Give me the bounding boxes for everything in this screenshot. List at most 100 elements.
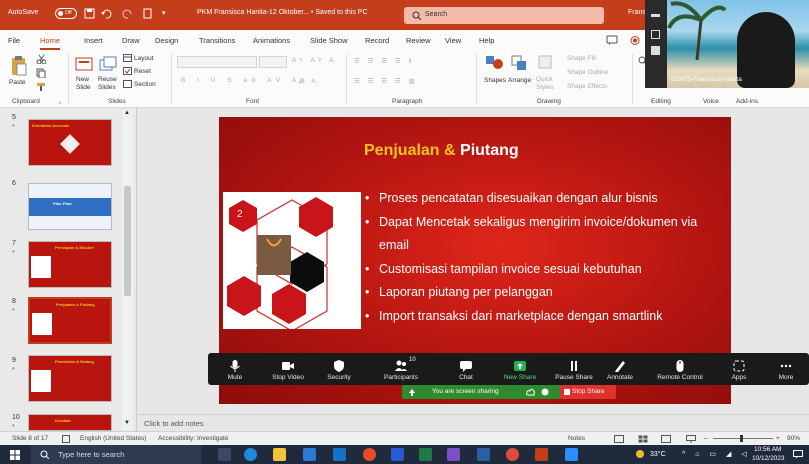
pause-share-button[interactable]: Pause Share bbox=[551, 357, 597, 383]
video-tile[interactable]: DS875-Fransisca Hanita bbox=[645, 0, 809, 88]
task-view-icon[interactable] bbox=[218, 448, 231, 461]
minimize-icon[interactable] bbox=[651, 14, 660, 17]
chat-button[interactable]: Chat bbox=[450, 357, 482, 383]
tab-animations[interactable]: Animations bbox=[253, 36, 290, 45]
search-box[interactable]: Search bbox=[404, 7, 604, 24]
tab-review[interactable]: Review bbox=[406, 36, 431, 45]
zoom-in-button[interactable]: + bbox=[776, 435, 780, 442]
cloud-icon[interactable] bbox=[526, 388, 535, 396]
tab-record[interactable]: Record bbox=[365, 36, 389, 45]
outlook-icon[interactable] bbox=[391, 448, 404, 461]
bullet-list[interactable]: Proses pencatatan disesuaikan dengan alu… bbox=[365, 187, 725, 328]
new-share-button[interactable]: New Share bbox=[500, 357, 540, 383]
slideshow-icon[interactable] bbox=[686, 435, 696, 443]
tab-insert[interactable]: Insert bbox=[84, 36, 103, 45]
tab-draw[interactable]: Draw bbox=[122, 36, 140, 45]
stop-share-button[interactable]: Stop Share bbox=[560, 385, 616, 399]
customize-toolbar-icon[interactable]: ▾ bbox=[162, 9, 166, 17]
font-size-buttons[interactable]: A˄ A˅ A bbox=[292, 57, 337, 64]
format-painter-icon[interactable] bbox=[36, 82, 46, 92]
weather-icon[interactable] bbox=[635, 449, 645, 459]
layout-button[interactable]: Layout bbox=[134, 55, 154, 62]
slide-sorter-icon[interactable] bbox=[638, 435, 648, 443]
apps-button[interactable]: Apps bbox=[726, 357, 752, 383]
security-button[interactable]: Security bbox=[319, 357, 359, 383]
language-status[interactable]: English (United States) bbox=[80, 435, 146, 442]
slide-thumbnail-5[interactable]: Kelebihan Accurate bbox=[28, 119, 112, 166]
annotate-button[interactable]: Annotate bbox=[603, 357, 637, 383]
tab-help[interactable]: Help bbox=[479, 36, 494, 45]
normal-view-icon[interactable] bbox=[614, 435, 624, 443]
zoom-slider[interactable] bbox=[713, 438, 773, 439]
chrome-icon[interactable] bbox=[506, 448, 519, 461]
shield-check-icon[interactable] bbox=[541, 388, 549, 396]
accessibility-status[interactable]: Accessibility: Investigate bbox=[158, 435, 228, 442]
tab-transitions[interactable]: Transitions bbox=[199, 36, 235, 45]
quick-styles-button[interactable]: Quick Styles bbox=[536, 76, 554, 92]
file-explorer-icon[interactable] bbox=[273, 448, 286, 461]
slide-thumbnail-7[interactable]: Persiapan & Stocker bbox=[28, 241, 112, 288]
arrange-icon[interactable] bbox=[511, 55, 527, 71]
document-title[interactable]: PKM Fransisca Hanita-12 Oktober... • Sav… bbox=[197, 9, 368, 16]
notifications-icon[interactable] bbox=[793, 450, 803, 459]
arrange-button[interactable]: Arrange bbox=[508, 77, 531, 84]
mail-icon[interactable] bbox=[333, 448, 346, 461]
font-name-select[interactable] bbox=[177, 56, 257, 68]
autosave-toggle[interactable]: Off bbox=[55, 8, 77, 19]
tab-home[interactable]: Home bbox=[40, 36, 61, 50]
spelling-icon[interactable] bbox=[62, 435, 70, 443]
zoom-level[interactable]: 90% bbox=[787, 435, 800, 442]
scroll-down-icon[interactable]: ▼ bbox=[124, 420, 130, 426]
reuse-slides-icon[interactable] bbox=[99, 55, 117, 73]
font-size-select[interactable] bbox=[259, 56, 287, 68]
font-format-buttons[interactable]: B I U S ab AV Aa bbox=[181, 77, 310, 84]
windows-start-icon[interactable] bbox=[10, 450, 20, 460]
zoom-icon[interactable] bbox=[565, 448, 578, 461]
system-tray-icons[interactable]: ^ ⌂ ▭ ◢ ◁ bbox=[682, 450, 751, 458]
record-icon[interactable] bbox=[630, 35, 644, 46]
comments-icon[interactable] bbox=[606, 35, 618, 46]
shape-effects-button[interactable]: Shape Effects bbox=[567, 83, 607, 90]
section-button[interactable]: Section bbox=[134, 81, 156, 88]
clock-time[interactable]: 10:56 AM bbox=[754, 446, 781, 453]
cut-icon[interactable] bbox=[36, 54, 46, 64]
tab-design[interactable]: Design bbox=[155, 36, 178, 45]
shape-fill-button[interactable]: Shape Fill bbox=[567, 55, 596, 62]
tab-slide-show[interactable]: Slide Show bbox=[310, 36, 348, 45]
save-icon[interactable] bbox=[84, 8, 95, 19]
store-icon[interactable] bbox=[303, 448, 316, 461]
hexagon-image[interactable]: 2 bbox=[223, 192, 361, 332]
slide-thumbnail-10[interactable]: Kendala bbox=[28, 414, 112, 431]
redo-icon[interactable] bbox=[122, 8, 134, 19]
font-color-buttons[interactable]: ∠ A bbox=[298, 77, 319, 85]
teams-icon[interactable] bbox=[447, 448, 460, 461]
excel-icon[interactable] bbox=[419, 448, 432, 461]
align-buttons[interactable]: ☰ ☰ ☰ ☰ ▥ bbox=[354, 77, 418, 85]
stop-video-button[interactable]: Stop Video bbox=[266, 357, 310, 383]
scroll-up-icon[interactable]: ▲ bbox=[124, 110, 130, 116]
grid-icon[interactable] bbox=[651, 46, 660, 55]
slide-thumbnail-9[interactable]: Pembelian & Hutang bbox=[28, 355, 112, 402]
reading-view-icon[interactable] bbox=[661, 435, 671, 443]
quick-access-icon[interactable] bbox=[142, 8, 153, 19]
firefox-icon[interactable] bbox=[363, 448, 376, 461]
tab-view[interactable]: View bbox=[445, 36, 461, 45]
shapes-button[interactable]: Shapes bbox=[484, 77, 506, 84]
clipboard-launcher-icon[interactable]: ⌟ bbox=[58, 98, 61, 105]
quick-styles-icon[interactable] bbox=[538, 55, 552, 71]
view-icon[interactable] bbox=[651, 30, 660, 39]
shapes-icon[interactable] bbox=[485, 55, 505, 71]
list-buttons[interactable]: ☰ ☰ ☰ ☰ ‖ bbox=[354, 57, 414, 65]
zoom-out-button[interactable]: – bbox=[704, 435, 708, 442]
tab-file[interactable]: File bbox=[8, 36, 20, 45]
notes-pane[interactable]: Click to add notes bbox=[138, 414, 809, 431]
new-slide-icon[interactable] bbox=[75, 55, 93, 73]
reset-button[interactable]: Reset bbox=[134, 68, 151, 75]
paste-icon[interactable] bbox=[10, 55, 28, 77]
zoom-slider-thumb[interactable] bbox=[740, 435, 743, 442]
clock-date[interactable]: 10/12/2023 bbox=[752, 455, 785, 462]
more-button[interactable]: More bbox=[771, 357, 801, 383]
new-slide-label[interactable]: New Slide bbox=[76, 76, 90, 92]
slide-title[interactable]: Penjualan & Piutang bbox=[364, 142, 519, 160]
notes-button[interactable]: Notes bbox=[568, 435, 585, 442]
